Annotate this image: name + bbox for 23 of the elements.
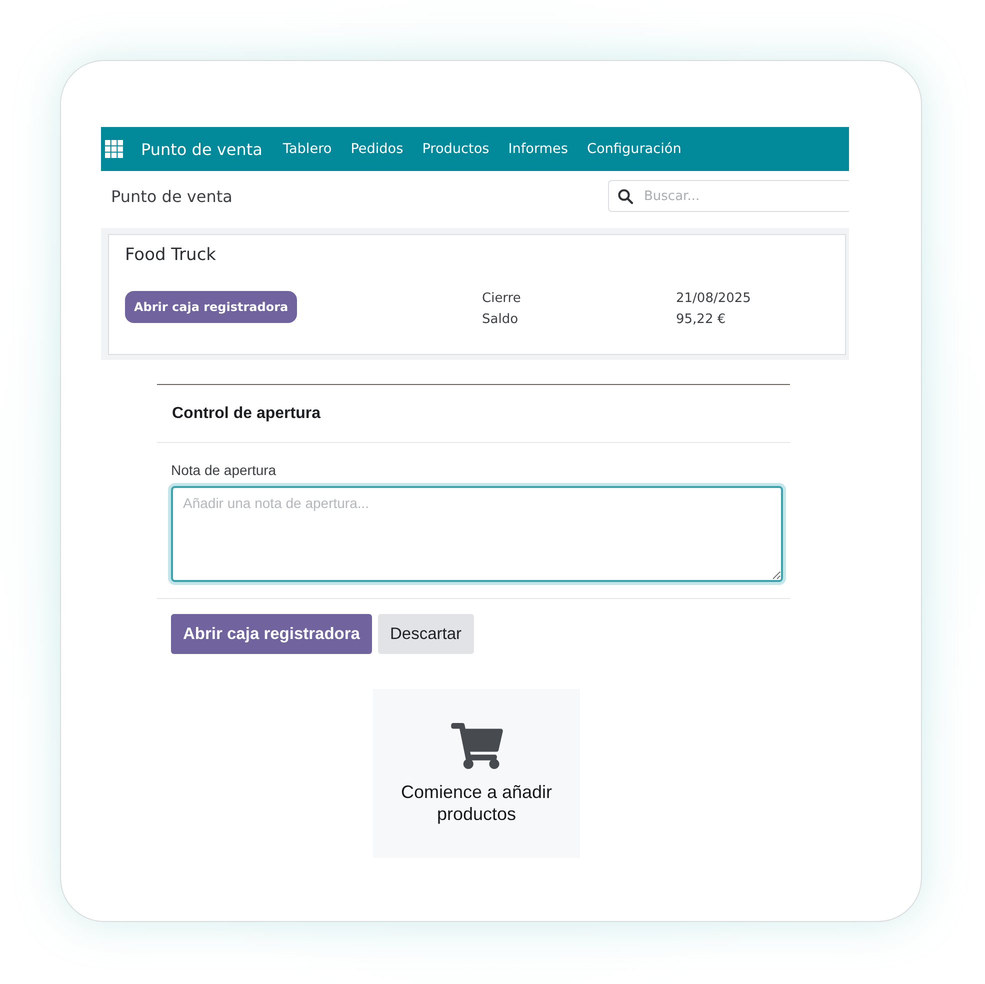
- open-register-button[interactable]: Abrir caja registradora: [125, 291, 298, 323]
- empty-state-message: Comience a añadir productos: [400, 781, 554, 825]
- open-register-button[interactable]: Abrir caja registradora: [171, 614, 372, 654]
- menu-item[interactable]: Configuración: [577, 141, 691, 157]
- cart-icon: [450, 723, 502, 769]
- detail-value: 21/08/2025: [676, 291, 751, 306]
- dialog-title: Control de apertura: [172, 404, 320, 422]
- discard-button[interactable]: Descartar: [378, 614, 474, 654]
- apps-grid-icon[interactable]: [105, 140, 123, 158]
- card-title: Food Truck: [125, 245, 216, 265]
- detail-label: Saldo: [482, 312, 518, 327]
- app-brand-link[interactable]: Punto de venta: [141, 140, 262, 158]
- search-field[interactable]: Buscar...: [608, 180, 849, 212]
- menu-item[interactable]: Informes: [498, 141, 578, 157]
- breadcrumb: Punto de venta: [111, 186, 232, 206]
- detail-value: 95,22 €: [676, 312, 726, 327]
- menu-item[interactable]: Tablero: [273, 141, 342, 157]
- field-label: Nota de apertura: [171, 462, 276, 478]
- detail-label: Cierre: [482, 291, 521, 306]
- search-icon: [618, 188, 633, 204]
- note-field[interactable]: Añadir una nota de apertura...: [171, 486, 783, 582]
- menu-item[interactable]: Pedidos: [341, 141, 413, 157]
- menu-item[interactable]: Productos: [412, 141, 499, 157]
